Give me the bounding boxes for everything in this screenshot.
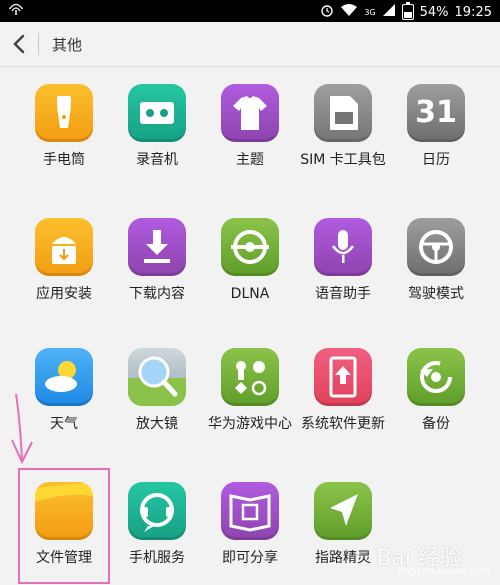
app-calendar[interactable]: 31 日历 — [390, 84, 482, 169]
weather-icon — [35, 348, 93, 406]
app-dlna[interactable]: DLNA — [204, 218, 296, 303]
app-phone-services[interactable]: 手机服务 — [111, 482, 203, 567]
app-magnifier[interactable]: 放大镜 — [111, 348, 203, 433]
app-sim-toolkit[interactable]: SIM 卡工具包 — [297, 84, 389, 169]
calendar-day: 31 — [415, 95, 457, 130]
app-game-center[interactable]: 华为游戏中心 — [204, 348, 296, 433]
app-label: 手机服务 — [129, 550, 185, 566]
annotation-arrow — [11, 393, 33, 465]
cassette-icon — [128, 84, 186, 142]
magnifier-icon — [128, 348, 186, 406]
app-label: 应用安装 — [36, 286, 92, 302]
app-themes[interactable]: 主题 — [204, 84, 296, 169]
battery-icon — [401, 2, 414, 20]
app-backup[interactable]: 备份 — [390, 348, 482, 433]
app-label: 放大镜 — [136, 416, 178, 432]
status-bar: 3G 54% 19:25 — [0, 0, 500, 22]
app-label: 华为游戏中心 — [208, 416, 292, 432]
app-label: 录音机 — [136, 152, 178, 168]
header-divider — [38, 33, 39, 55]
app-installer[interactable]: 应用安装 — [18, 218, 110, 303]
app-label: DLNA — [230, 286, 270, 302]
app-label: 系统软件更新 — [301, 416, 385, 432]
app-driving-mode[interactable]: 驾驶模式 — [390, 218, 482, 303]
navigation-arrow-icon — [314, 482, 372, 540]
app-flashlight[interactable]: 手电筒 — [18, 84, 110, 169]
page-title: 其他 — [52, 36, 83, 54]
tshirt-icon — [221, 84, 279, 142]
app-voice-assistant[interactable]: 语音助手 — [297, 218, 389, 303]
back-button[interactable] — [10, 32, 28, 56]
calendar-icon: 31 — [407, 84, 465, 142]
android-install-icon — [35, 218, 93, 276]
app-label: 日历 — [422, 152, 450, 168]
app-label: 主题 — [236, 152, 264, 168]
app-system-update[interactable]: 系统软件更新 — [297, 348, 389, 433]
app-label: 即可分享 — [222, 550, 278, 566]
network-type: 3G — [364, 7, 376, 17]
dlna-icon — [221, 218, 279, 276]
app-label: 驾驶模式 — [408, 286, 464, 302]
app-label: 下载内容 — [129, 286, 185, 302]
clock: 19:25 — [454, 4, 492, 20]
steering-wheel-icon — [407, 218, 465, 276]
system-update-icon — [314, 348, 372, 406]
app-label: 语音助手 — [315, 286, 371, 302]
annotation-highlight-box — [18, 468, 110, 584]
wifi-icon — [340, 3, 358, 21]
watermark-url: jingyan.baidu.com — [397, 566, 490, 577]
share-book-icon — [221, 482, 279, 540]
app-recorder[interactable]: 录音机 — [111, 84, 203, 169]
headset-chat-icon — [128, 482, 186, 540]
top-bar: 其他 — [0, 22, 500, 67]
battery-percent: 54% — [419, 4, 449, 20]
download-icon — [128, 218, 186, 276]
backup-icon — [407, 348, 465, 406]
signal-icon — [382, 3, 396, 21]
alarm-icon — [320, 3, 334, 21]
wifi-hotspot-icon — [8, 3, 24, 21]
sim-card-icon — [314, 84, 372, 142]
app-label: 备份 — [422, 416, 450, 432]
microphone-icon — [314, 218, 372, 276]
app-label: SIM 卡工具包 — [300, 152, 386, 168]
flashlight-icon — [35, 84, 93, 142]
app-downloads[interactable]: 下载内容 — [111, 218, 203, 303]
app-label: 手电筒 — [43, 152, 85, 168]
game-pieces-icon — [221, 348, 279, 406]
app-share[interactable]: 即可分享 — [204, 482, 296, 567]
